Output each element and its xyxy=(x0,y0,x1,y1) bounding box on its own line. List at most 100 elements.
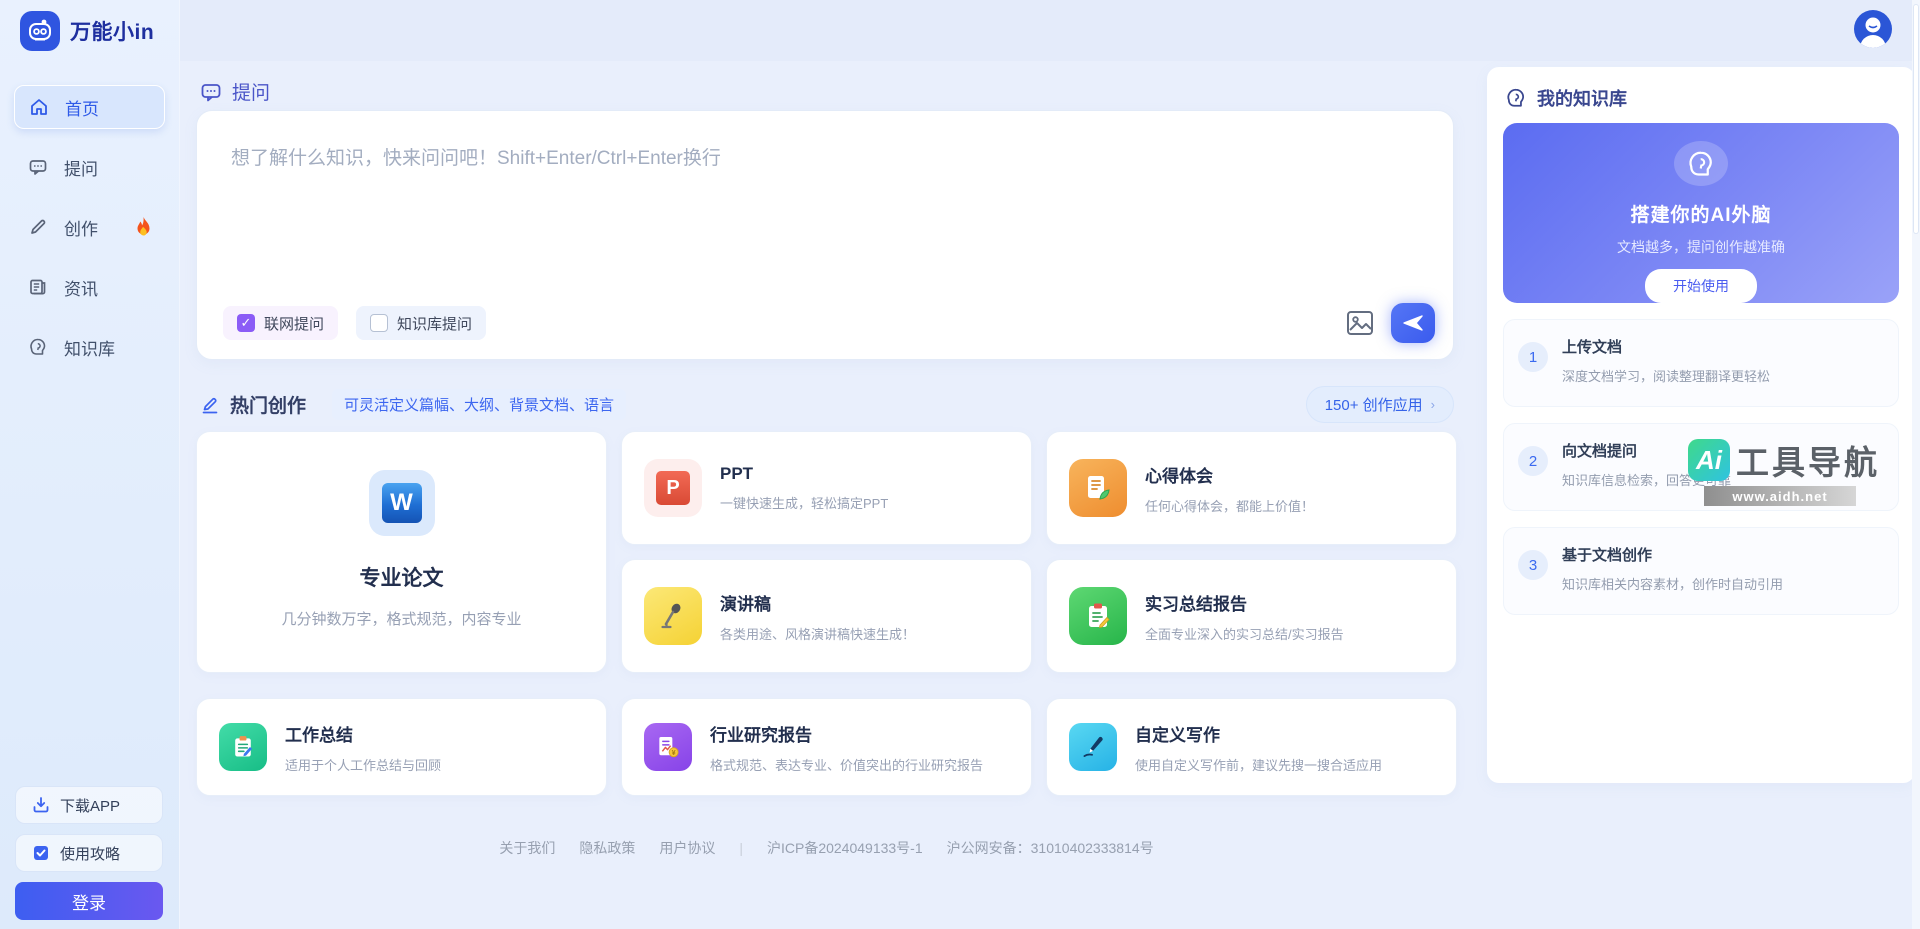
watermark: Ai 工具导航 www.aidh.net xyxy=(1688,436,1880,506)
sidebar-item-home[interactable]: 首页 xyxy=(14,85,165,129)
card-speech[interactable]: 演讲稿 各类用途、风格演讲稿快速生成！ xyxy=(621,559,1032,673)
microphone-icon xyxy=(644,587,702,645)
knowledge-panel: 我的知识库 搭建你的AI外脑 文档越多，提问创作越准确 开始使用 1 上传文档 … xyxy=(1487,67,1915,783)
experience-doc-leaf-icon xyxy=(1069,459,1127,517)
footer-link-privacy[interactable]: 隐私政策 xyxy=(579,838,635,858)
web-search-checkbox[interactable]: ✓ 联网提问 xyxy=(223,306,338,340)
card-professional-paper[interactable]: W 专业论文 几分钟数万字，格式规范，内容专业 xyxy=(196,431,607,673)
brain-head-icon xyxy=(1505,87,1527,109)
step-number: 1 xyxy=(1518,342,1548,372)
step-number: 2 xyxy=(1518,446,1548,476)
kb-search-checkbox[interactable]: 知识库提问 xyxy=(356,306,486,340)
step-number: 3 xyxy=(1518,550,1548,580)
download-app-button[interactable]: 下载APP xyxy=(15,786,163,824)
download-icon xyxy=(32,796,50,814)
scrollbar-track[interactable] xyxy=(1912,0,1920,929)
sidebar-item-label: 资讯 xyxy=(64,275,98,300)
checkbox-unchecked-icon xyxy=(370,314,388,332)
step-title: 基于文档创作 xyxy=(1562,544,1783,565)
news-icon xyxy=(28,277,48,297)
image-icon xyxy=(1346,310,1374,336)
start-using-button[interactable]: 开始使用 xyxy=(1645,269,1757,303)
step-desc: 知识库相关内容素材，创作时自动引用 xyxy=(1562,574,1783,593)
question-input-card: ✓ 联网提问 知识库提问 xyxy=(196,110,1454,360)
step-create-from-docs: 3 基于文档创作 知识库相关内容素材，创作时自动引用 xyxy=(1503,527,1899,615)
step-desc: 深度文档学习，阅读整理翻译更轻松 xyxy=(1562,366,1770,385)
question-input[interactable] xyxy=(197,111,1453,271)
more-apps-label: 150+ 创作应用 xyxy=(1325,394,1423,415)
web-search-label: 联网提问 xyxy=(264,313,324,334)
upload-image-button[interactable] xyxy=(1345,308,1375,338)
hot-creation-subtitle: 可灵活定义篇幅、大纲、背景文档、语言 xyxy=(332,389,626,420)
card-desc: 各类用途、风格演讲稿快速生成！ xyxy=(720,624,915,643)
footer: 关于我们 隐私政策 用户协议 | 沪ICP备2024049133号-1 沪公网安… xyxy=(196,838,1457,858)
step-title: 上传文档 xyxy=(1562,336,1770,357)
sidebar-item-label: 创作 xyxy=(64,215,98,240)
card-title: 行业研究报告 xyxy=(710,721,983,746)
card-ppt[interactable]: P PPT 一键快速生成，轻松搞定PPT xyxy=(621,431,1032,545)
ai-brain-banner: 搭建你的AI外脑 文档越多，提问创作越准确 开始使用 xyxy=(1503,123,1899,303)
sidebar-item-label: 知识库 xyxy=(64,335,115,360)
card-title: 专业论文 xyxy=(360,562,444,592)
home-icon xyxy=(29,97,49,117)
sidebar-nav: 首页 提问 创作 xyxy=(0,85,179,369)
card-desc: 一键快速生成，轻松搞定PPT xyxy=(720,493,888,512)
card-industry-report[interactable]: ¥ 行业研究报告 格式规范、表达专业、价值突出的行业研究报告 xyxy=(621,698,1032,796)
step-upload-docs: 1 上传文档 深度文档学习，阅读整理翻译更轻松 xyxy=(1503,319,1899,407)
download-app-label: 下载APP xyxy=(60,795,120,816)
app-logo[interactable]: 万能小in xyxy=(0,0,179,51)
more-apps-button[interactable]: 150+ 创作应用 › xyxy=(1306,386,1454,423)
ppt-icon: P xyxy=(644,459,702,517)
footer-police: 沪公网安备：31010402333814号 xyxy=(947,838,1154,858)
sidebar-item-create[interactable]: 创作 xyxy=(14,205,165,249)
card-custom-writing[interactable]: 自定义写作 使用自定义写作前，建议先搜一搜合适应用 xyxy=(1046,698,1457,796)
send-button[interactable] xyxy=(1391,303,1435,343)
hot-creation-title: 热门创作 xyxy=(230,391,306,418)
word-doc-icon: W xyxy=(369,470,435,536)
card-desc: 格式规范、表达专业、价值突出的行业研究报告 xyxy=(710,755,983,774)
sidebar: 万能小in 首页 提问 创作 xyxy=(0,0,180,929)
person-icon xyxy=(1854,10,1892,48)
login-button[interactable]: 登录 xyxy=(15,882,163,920)
footer-link-about[interactable]: 关于我们 xyxy=(499,838,555,858)
svg-text:¥: ¥ xyxy=(672,750,676,757)
pencil-icon xyxy=(28,217,48,237)
ask-section-header: 提问 xyxy=(200,78,270,105)
send-plane-icon xyxy=(1402,313,1424,333)
app-name: 万能小in xyxy=(70,16,154,46)
checkbox-checked-icon: ✓ xyxy=(237,314,255,332)
footer-divider: | xyxy=(739,840,743,856)
knowledge-panel-title: 我的知识库 xyxy=(1537,85,1627,111)
sidebar-item-knowledge[interactable]: 知识库 xyxy=(14,325,165,369)
banner-title: 搭建你的AI外脑 xyxy=(1630,200,1771,227)
ask-title: 提问 xyxy=(232,78,270,105)
card-internship-report[interactable]: 实习总结报告 全面专业深入的实习总结/实习报告 xyxy=(1046,559,1457,673)
card-desc: 任何心得体会，都能上价值！ xyxy=(1145,496,1314,515)
sidebar-item-label: 提问 xyxy=(64,155,98,180)
kb-search-label: 知识库提问 xyxy=(397,313,472,334)
chat-bubble-icon xyxy=(28,157,48,177)
guide-button[interactable]: 使用攻略 xyxy=(15,834,163,872)
card-title: 实习总结报告 xyxy=(1145,590,1344,615)
card-title: 自定义写作 xyxy=(1135,721,1382,746)
ask-chat-icon xyxy=(200,81,222,103)
watermark-brand: 工具导航 xyxy=(1736,436,1880,484)
card-work-summary[interactable]: 工作总结 适用于个人工作总结与回顾 xyxy=(196,698,607,796)
chevron-right-icon: › xyxy=(1431,397,1435,412)
card-desc: 全面专业深入的实习总结/实习报告 xyxy=(1145,624,1344,643)
sidebar-item-news[interactable]: 资讯 xyxy=(14,265,165,309)
banner-subtitle: 文档越多，提问创作越准确 xyxy=(1617,237,1785,257)
card-title: PPT xyxy=(720,464,888,484)
edit-pen-icon xyxy=(200,395,220,415)
hot-flame-icon xyxy=(136,217,151,236)
clipboard-icon xyxy=(1069,587,1127,645)
card-experience[interactable]: 心得体会 任何心得体会，都能上价值！ xyxy=(1046,431,1457,545)
pen-icon xyxy=(1069,723,1117,771)
user-avatar[interactable] xyxy=(1854,10,1892,48)
scrollbar-thumb[interactable] xyxy=(1913,4,1919,234)
card-title: 工作总结 xyxy=(285,721,441,746)
watermark-url: www.aidh.net xyxy=(1704,486,1856,506)
sidebar-item-label: 首页 xyxy=(65,95,99,120)
sidebar-item-ask[interactable]: 提问 xyxy=(14,145,165,189)
footer-link-terms[interactable]: 用户协议 xyxy=(659,838,715,858)
